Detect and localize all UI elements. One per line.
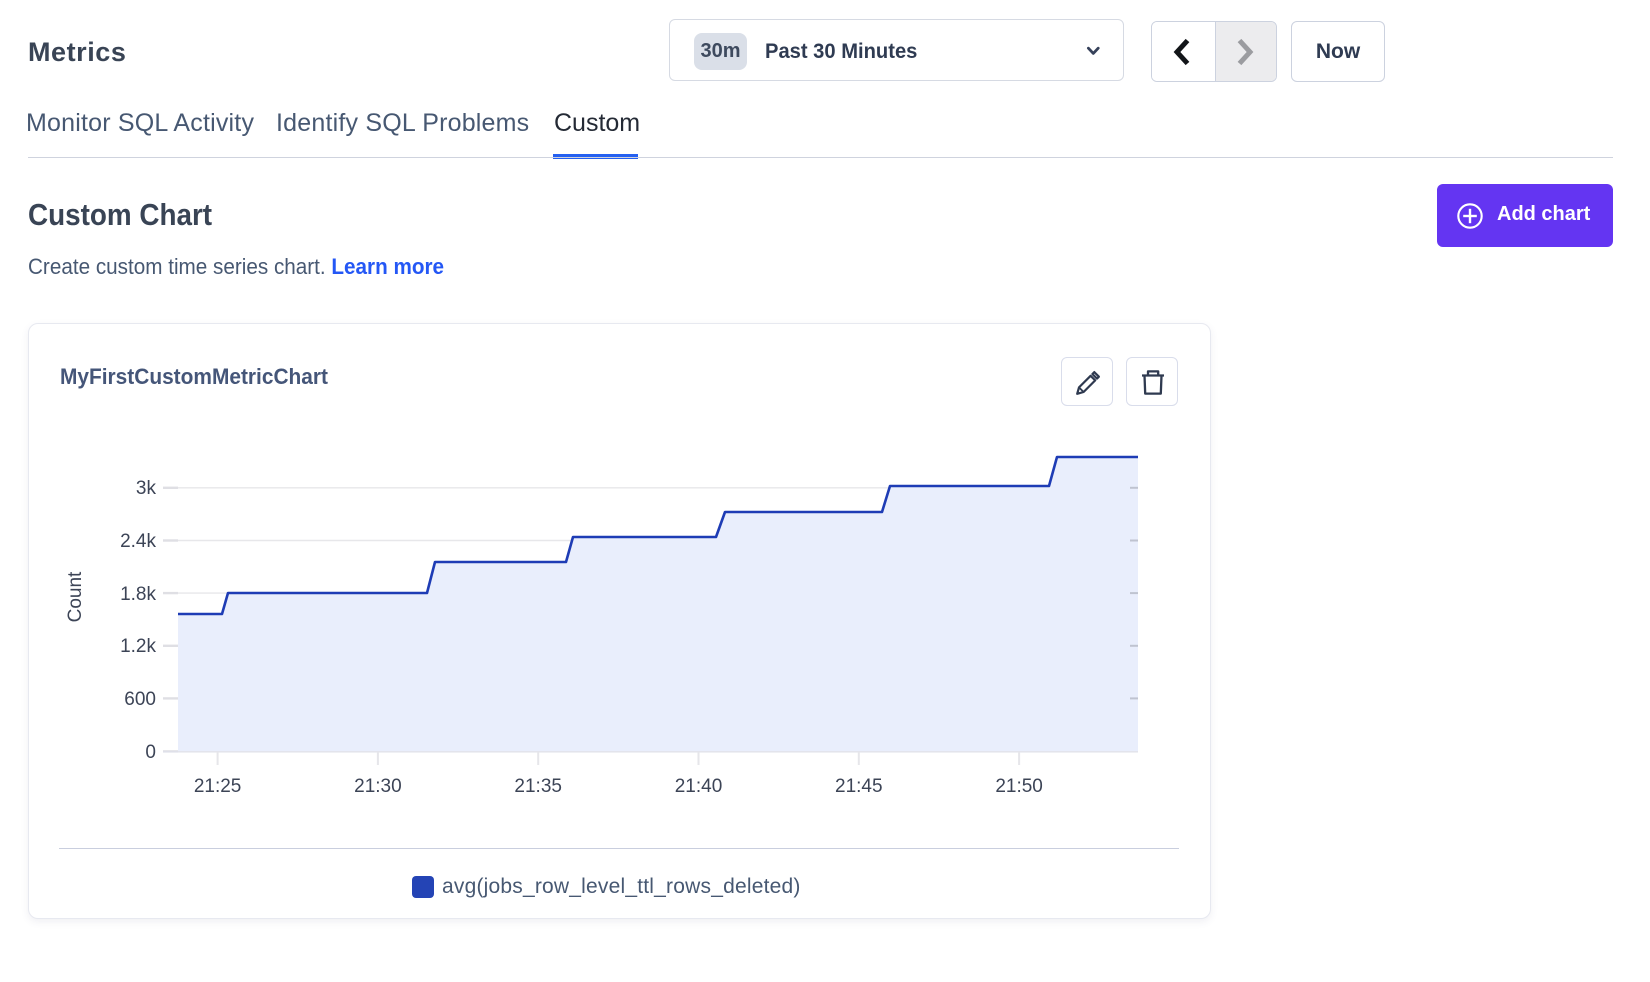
svg-text:1.8k: 1.8k [120,584,156,605]
svg-text:21:40: 21:40 [675,776,723,797]
svg-text:21:25: 21:25 [194,776,242,797]
svg-text:1.2k: 1.2k [120,636,156,657]
svg-text:0: 0 [145,742,156,763]
svg-text:Count: Count [65,571,86,622]
svg-text:3k: 3k [136,478,157,499]
svg-text:21:45: 21:45 [835,776,883,797]
svg-text:21:35: 21:35 [514,776,562,797]
svg-text:21:30: 21:30 [354,776,402,797]
svg-text:600: 600 [124,689,156,710]
svg-text:21:50: 21:50 [995,776,1043,797]
svg-text:2.4k: 2.4k [120,531,156,552]
